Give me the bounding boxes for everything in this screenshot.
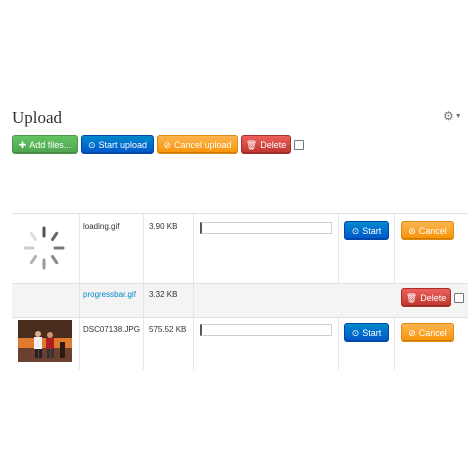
file-size: 3.90 KB xyxy=(149,222,178,231)
column-divider xyxy=(79,318,80,370)
add-files-button[interactable]: ✚ Add files... xyxy=(12,135,78,154)
file-size: 3.32 KB xyxy=(149,290,178,299)
start-button[interactable]: ⊙ Start xyxy=(344,221,389,240)
gear-icon: ⚙ xyxy=(443,109,454,123)
column-divider xyxy=(193,214,194,284)
ban-icon: ⊘ xyxy=(408,226,416,236)
start-label: Start xyxy=(362,328,382,338)
column-divider xyxy=(79,284,80,318)
column-divider xyxy=(338,214,339,284)
upload-progress-bar xyxy=(200,222,332,234)
start-label: Start xyxy=(362,226,382,236)
trash-icon: 🗑 xyxy=(245,140,258,150)
start-upload-label: Start upload xyxy=(98,140,148,150)
column-divider xyxy=(394,214,395,284)
delete-file-button[interactable]: 🗑 Delete xyxy=(401,288,451,307)
column-divider xyxy=(394,318,395,370)
upload-progress-bar xyxy=(200,324,332,336)
column-divider xyxy=(193,284,194,318)
cancel-label: Cancel xyxy=(418,328,447,338)
cancel-upload-label: Cancel upload xyxy=(174,140,232,150)
file-name: loading.gif xyxy=(83,222,120,231)
file-size: 575.52 KB xyxy=(149,325,187,334)
cancel-upload-button[interactable]: ⊘ Cancel upload xyxy=(157,135,238,154)
start-upload-button[interactable]: ⊙ Start upload xyxy=(81,135,154,154)
delete-label: Delete xyxy=(260,140,287,150)
column-divider xyxy=(143,214,144,284)
table-row xyxy=(12,283,468,318)
photo-thumbnail xyxy=(18,320,72,362)
add-files-label: Add files... xyxy=(29,140,72,150)
file-select-checkbox[interactable] xyxy=(454,293,464,303)
chevron-down-icon: ▼ xyxy=(454,112,462,120)
column-divider xyxy=(193,318,194,370)
column-divider xyxy=(338,318,339,370)
column-divider xyxy=(79,214,80,284)
file-name: DSC07138.JPG xyxy=(83,325,140,334)
cancel-button[interactable]: ⊘ Cancel xyxy=(401,323,454,342)
select-all-checkbox[interactable] xyxy=(294,140,304,150)
loading-spinner-icon xyxy=(23,226,65,270)
column-divider xyxy=(143,284,144,318)
cancel-button[interactable]: ⊘ Cancel xyxy=(401,221,454,240)
trash-icon: 🗑 xyxy=(405,293,418,303)
column-divider xyxy=(143,318,144,370)
page-title: Upload xyxy=(12,108,63,127)
plus-icon: ✚ xyxy=(18,140,27,150)
cancel-label: Cancel xyxy=(418,226,447,236)
ban-icon: ⊘ xyxy=(408,328,416,338)
settings-menu[interactable]: ⚙▼ xyxy=(443,110,462,123)
ban-icon: ⊘ xyxy=(163,140,171,150)
start-button[interactable]: ⊙ Start xyxy=(344,323,389,342)
upload-circle-icon: ⊙ xyxy=(87,140,96,150)
file-name-link[interactable]: progressbar.gif xyxy=(83,290,136,299)
delete-button[interactable]: 🗑 Delete xyxy=(241,135,291,154)
upload-circle-icon: ⊙ xyxy=(351,226,360,236)
upload-circle-icon: ⊙ xyxy=(351,328,360,338)
delete-file-label: Delete xyxy=(420,293,447,303)
